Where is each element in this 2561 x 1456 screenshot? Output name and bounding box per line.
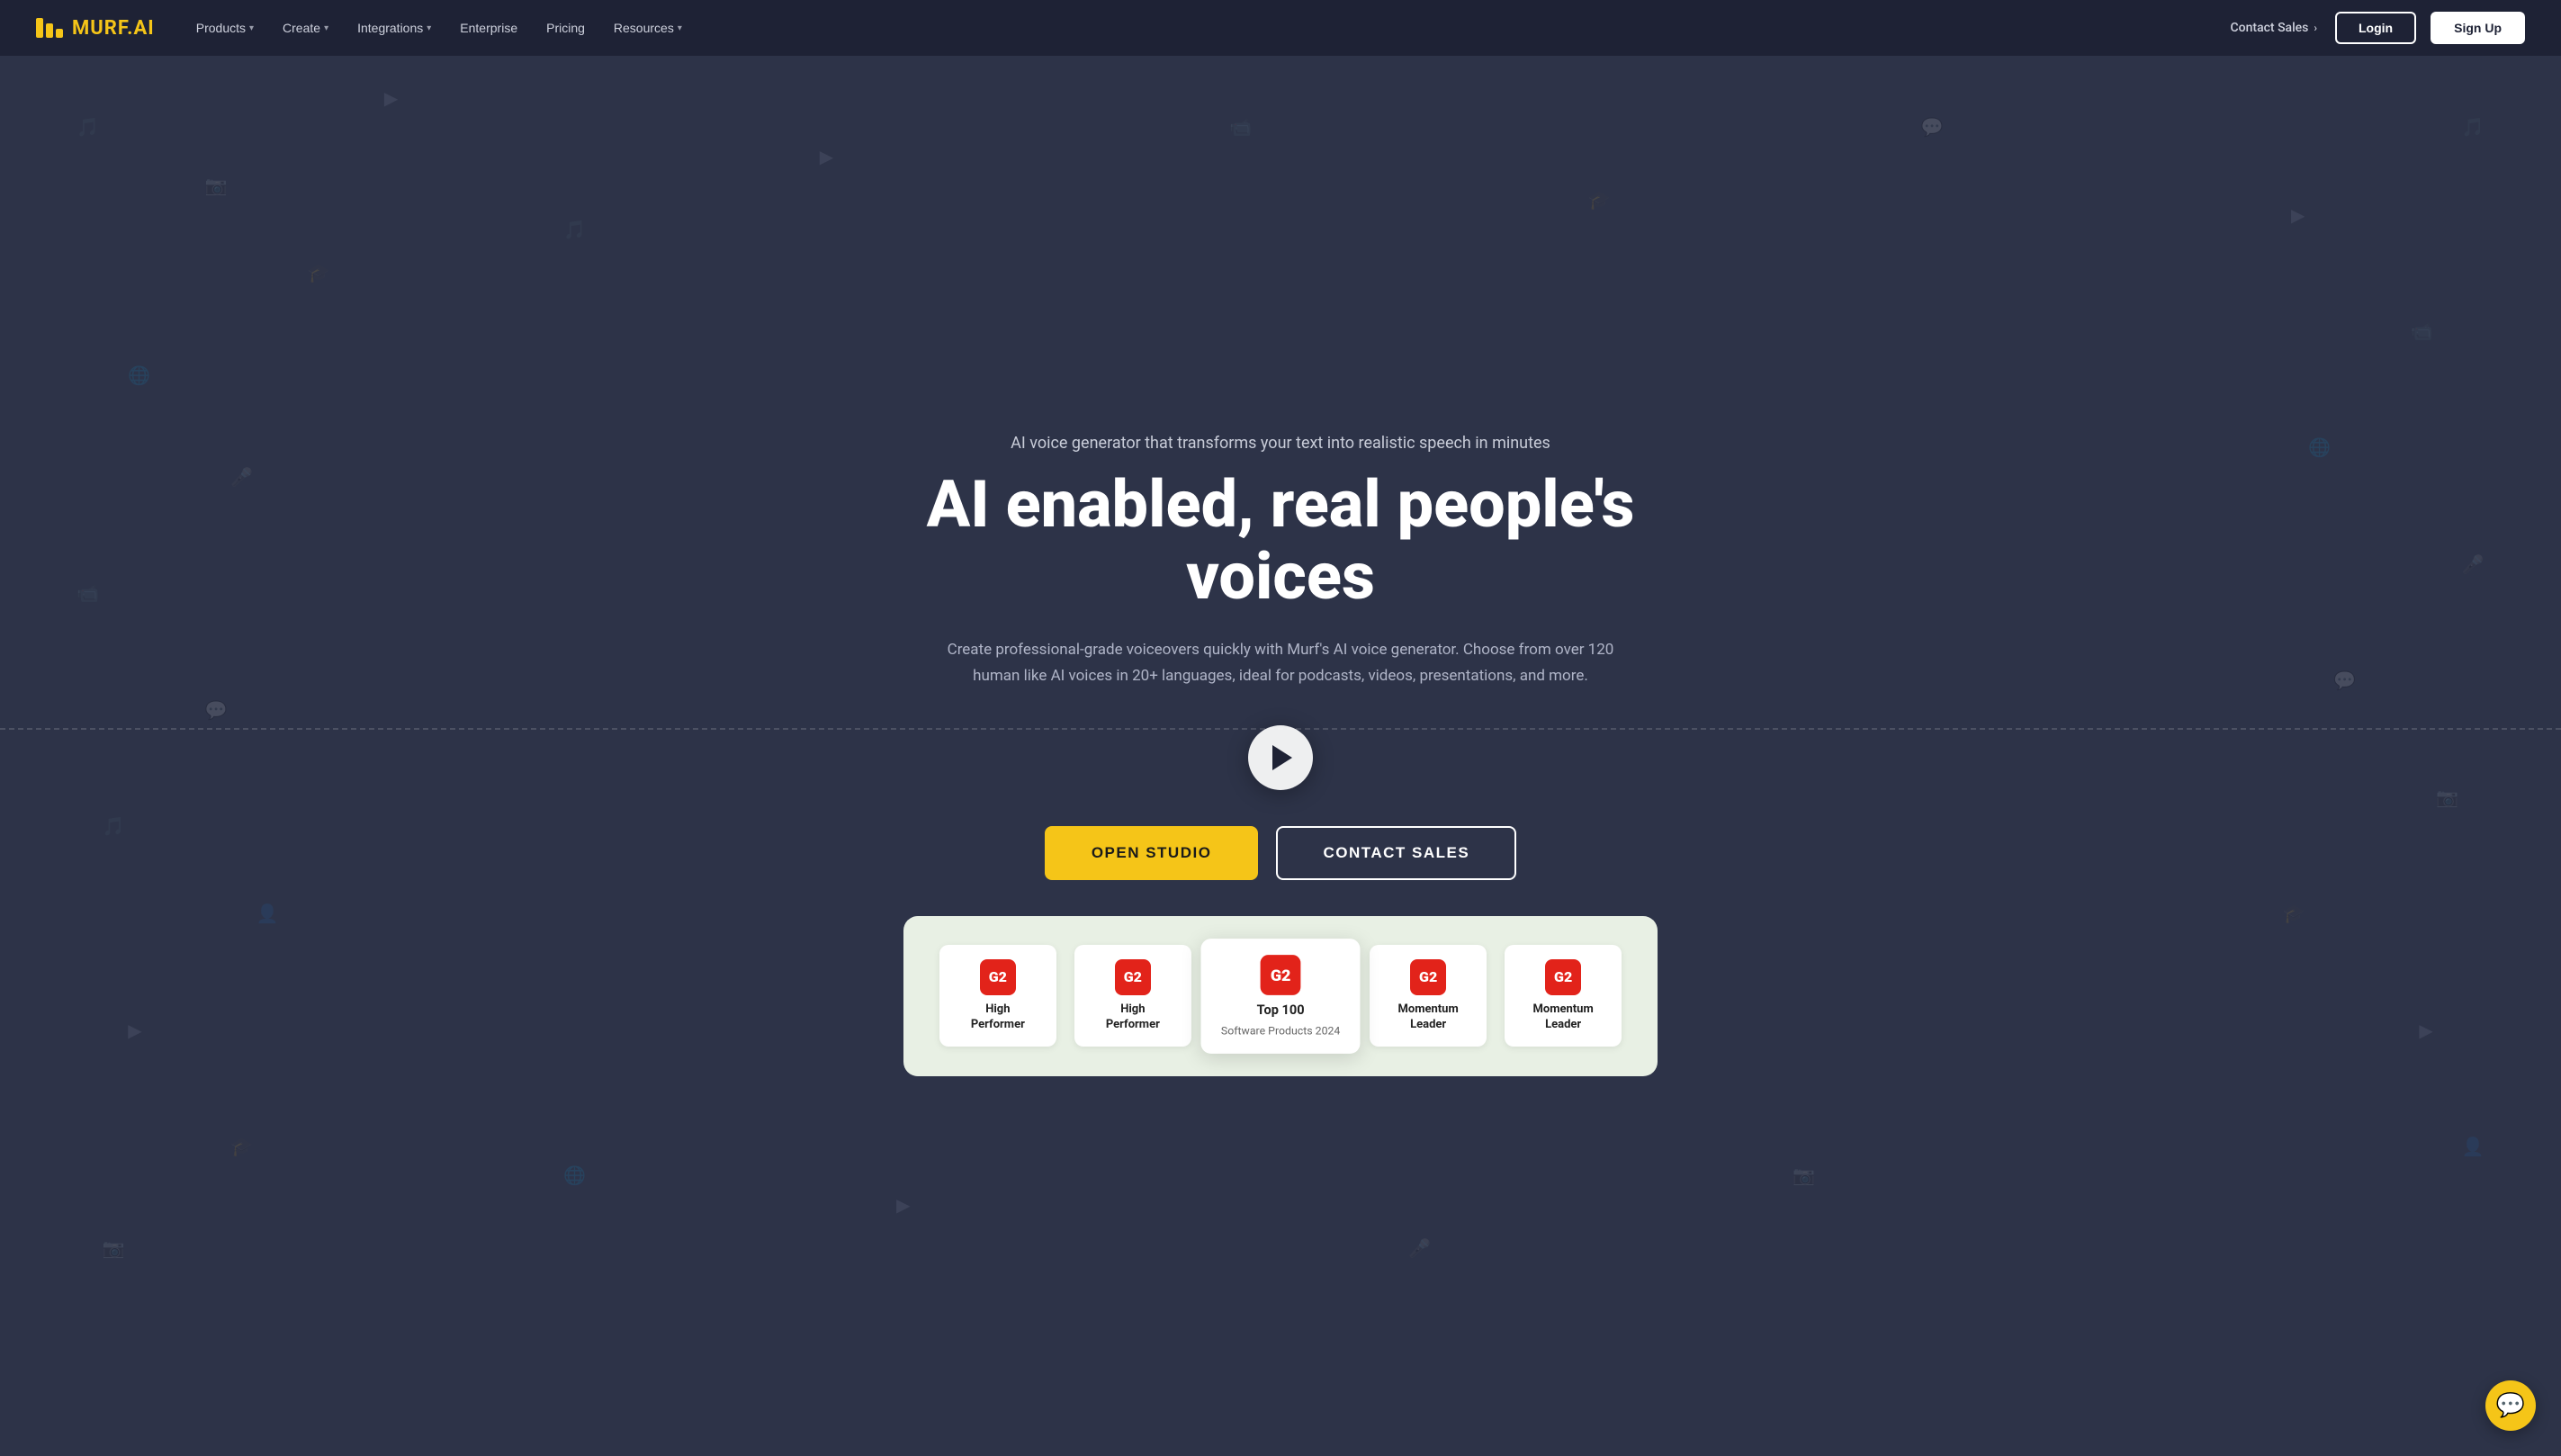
bg-icon-r1: 🎵: [2462, 116, 2485, 138]
award-card-2: G2 HighPerformer: [1074, 945, 1191, 1047]
hero-description: Create professional-grade voiceovers qui…: [939, 637, 1622, 689]
g2-badge-1: G2: [980, 959, 1016, 995]
logo-icon: [36, 18, 63, 38]
award-card-featured: G2 Top 100 Software Products 2024: [1200, 939, 1360, 1054]
create-chevron-icon: ▾: [324, 23, 328, 33]
bg-icon-m5: 💬: [1921, 116, 1944, 138]
bg-icon-m1: 🎵: [563, 219, 586, 240]
nav-pricing[interactable]: Pricing: [534, 13, 598, 42]
award-card-3: G2 MomentumLeader: [1370, 945, 1487, 1047]
nav-create[interactable]: Create ▾: [270, 13, 341, 42]
nav-products[interactable]: Products ▾: [184, 13, 266, 42]
award-title-featured: Top 100: [1221, 1002, 1340, 1020]
integrations-chevron-icon: ▾: [427, 23, 431, 33]
hero-subtitle: AI voice generator that transforms your …: [876, 434, 1685, 453]
resources-chevron-icon: ▾: [678, 23, 682, 33]
hero-title: AI enabled, real people's voices: [876, 469, 1685, 611]
bg-icon-r5: 🎤: [2462, 553, 2485, 575]
nav-resources[interactable]: Resources ▾: [601, 13, 695, 42]
awards-section: G2 HighPerformer G2 HighPerformer G2 Top…: [903, 916, 1658, 1076]
bg-icon-6: 🎤: [230, 466, 253, 488]
bg-icon-r9: ▶: [2419, 1020, 2432, 1041]
bg-icon-m3: 📹: [1229, 116, 1252, 138]
chat-icon: 💬: [2496, 1392, 2525, 1419]
bg-icon-8: 💬: [205, 699, 228, 721]
bg-icon-7: 📹: [76, 582, 99, 604]
bg-icon-10: 👤: [256, 903, 279, 924]
award-title-4: MomentumLeader: [1523, 1002, 1604, 1033]
award-title-2: HighPerformer: [1092, 1002, 1173, 1033]
bg-icon-r3: 📹: [2411, 320, 2433, 342]
logo-text: MURF.AI: [72, 17, 155, 40]
bg-icon-r7: 📷: [2436, 786, 2458, 808]
bg-icon-11: ▶: [128, 1020, 141, 1041]
award-card-4: G2 MomentumLeader: [1505, 945, 1622, 1047]
logo-bar-2: [46, 23, 53, 38]
chat-widget[interactable]: 💬: [2485, 1380, 2536, 1431]
hero-content: AI voice generator that transforms your …: [876, 434, 1685, 879]
bg-icon-2: 📷: [205, 175, 228, 196]
bg-icon-r4: 🌐: [2308, 436, 2331, 458]
contact-sales-button[interactable]: CONTACT SALES: [1276, 826, 1516, 880]
bg-icon-13: 📷: [103, 1237, 125, 1259]
hero-section: 🎵 📷 ▶ 🎓 🌐 🎤 📹 💬 🎵 👤 ▶ 🎓 📷 🎵 ▶ 📹 🌐 🎤 💬 📷 …: [0, 0, 2561, 1456]
signup-button[interactable]: Sign Up: [2431, 12, 2525, 44]
contact-sales-arrow-icon: ›: [2314, 22, 2317, 34]
bg-icon-1: 🎵: [76, 116, 99, 138]
bg-icon-3: ▶: [384, 87, 398, 109]
bg-icon-r6: 💬: [2333, 670, 2356, 691]
bg-icon-b3: 🎤: [1408, 1237, 1431, 1259]
play-button-wrapper: [876, 725, 1685, 790]
g2-badge-2: G2: [1115, 959, 1151, 995]
g2-badge-featured: G2: [1261, 955, 1301, 995]
nav-right: Contact Sales › Login Sign Up: [2227, 12, 2525, 44]
bg-icon-m2: ▶: [820, 146, 833, 167]
cta-buttons: OPEN STUDIO CONTACT SALES: [876, 826, 1685, 880]
bg-icon-b4: 📷: [1793, 1164, 1815, 1186]
play-video-button[interactable]: [1248, 725, 1313, 790]
award-title-1: HighPerformer: [957, 1002, 1038, 1033]
award-card-1: G2 HighPerformer: [939, 945, 1056, 1047]
bg-icon-b2: ▶: [896, 1194, 910, 1216]
bg-icon-r8: 🎓: [2283, 903, 2305, 924]
play-icon: [1272, 745, 1292, 770]
nav-links: Products ▾ Create ▾ Integrations ▾ Enter…: [184, 13, 695, 42]
bg-icon-b1: 🌐: [563, 1164, 586, 1186]
nav-contact-sales[interactable]: Contact Sales ›: [2227, 13, 2321, 42]
g2-badge-4: G2: [1545, 959, 1581, 995]
logo-bar-1: [36, 18, 43, 38]
nav-integrations[interactable]: Integrations ▾: [345, 13, 444, 42]
open-studio-button[interactable]: OPEN STUDIO: [1045, 826, 1259, 880]
g2-badge-3: G2: [1410, 959, 1446, 995]
logo-bar-3: [56, 29, 63, 38]
bg-icon-5: 🌐: [128, 364, 150, 386]
bg-icon-m4: 🎓: [1588, 189, 1611, 211]
nav-left: MURF.AI Products ▾ Create ▾ Integrations…: [36, 13, 695, 42]
bg-icon-4: 🎓: [308, 262, 330, 283]
logo[interactable]: MURF.AI: [36, 17, 155, 40]
nav-enterprise[interactable]: Enterprise: [447, 13, 530, 42]
login-button[interactable]: Login: [2335, 12, 2416, 44]
bg-icon-9: 🎵: [103, 815, 125, 837]
bg-icon-r2: ▶: [2291, 204, 2305, 226]
bg-icon-r10: 👤: [2462, 1136, 2485, 1157]
award-subtitle-featured: Software Products 2024: [1221, 1024, 1340, 1038]
award-title-3: MomentumLeader: [1388, 1002, 1469, 1033]
navbar: MURF.AI Products ▾ Create ▾ Integrations…: [0, 0, 2561, 56]
bg-icon-12: 🎓: [230, 1136, 253, 1157]
products-chevron-icon: ▾: [249, 23, 254, 33]
